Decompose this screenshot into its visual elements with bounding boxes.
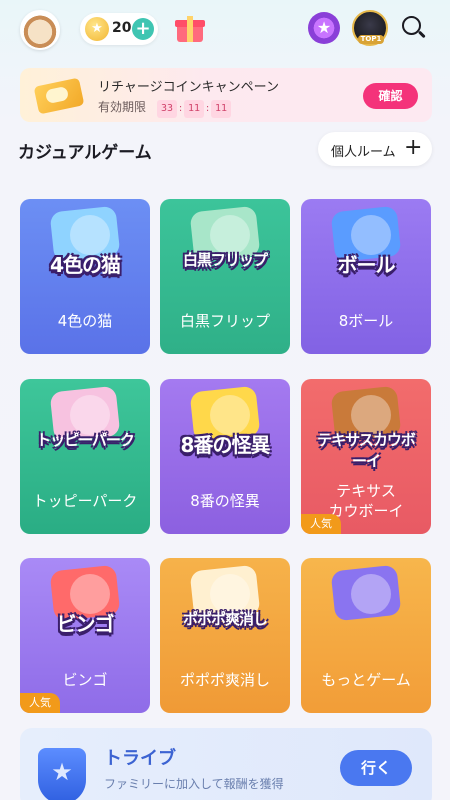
game-name: 8番の怪異 (190, 492, 260, 510)
game-artwork: 白黒フリップ (170, 201, 280, 296)
game-artwork: テキサスカウボーイ (311, 381, 421, 476)
game-name: トッピーパーク (32, 492, 138, 510)
game-card[interactable]: もっとゲーム (301, 558, 431, 713)
deadline-label: 有効期限 (98, 100, 147, 114)
ranking-avatar[interactable]: TOP1 (352, 10, 388, 46)
game-logo-text: 4色の猫 (50, 253, 121, 277)
game-name: もっとゲーム (321, 671, 411, 689)
countdown-hours: 33 (157, 100, 177, 118)
game-artwork: 4色の猫 (30, 201, 140, 296)
user-avatar[interactable] (20, 10, 60, 50)
coin-count: 20 (112, 20, 132, 36)
coin-icon: ★ (85, 17, 109, 41)
game-artwork: ボール (311, 201, 421, 296)
game-name: 4色の猫 (57, 312, 113, 330)
search-icon[interactable] (402, 16, 426, 40)
popular-badge: 人気 (20, 693, 60, 713)
popular-badge: 人気 (301, 514, 341, 534)
tribe-shield-icon: ★ (32, 742, 92, 800)
game-logo-text: 8番の怪異 (180, 433, 271, 457)
game-logo-text: ポポポ爽消し (182, 610, 268, 628)
private-room-button[interactable]: 個人ルーム + (318, 132, 432, 166)
game-card[interactable]: 4色の猫 4色の猫 (20, 199, 150, 354)
countdown-minutes: 11 (184, 100, 204, 118)
countdown-seconds: 11 (211, 100, 231, 118)
game-logo-text: ボール (337, 253, 396, 277)
top-bar: ★ 20 + ★ TOP1 (0, 0, 450, 62)
game-artwork: ビンゴ (30, 560, 140, 655)
section-title: カジュアルゲーム (18, 143, 152, 163)
add-coin-button[interactable]: + (132, 18, 154, 40)
game-card[interactable]: ボール 8ボール (301, 199, 431, 354)
campaign-title: リチャージコインキャンペーン (98, 80, 279, 95)
confirm-button[interactable]: 確認 (363, 83, 418, 109)
tribe-description: ファミリーに加入して報酬を獲得 (104, 777, 284, 791)
vip-badge-icon[interactable]: ★ (308, 12, 340, 44)
private-room-label: 個人ルーム (331, 145, 396, 160)
game-card[interactable]: 8番の怪異 8番の怪異 (160, 379, 290, 534)
countdown-timer: 33:11:11 (157, 96, 231, 118)
coupon-icon (32, 76, 86, 115)
gift-icon[interactable] (175, 12, 205, 42)
game-card[interactable]: テキサスカウボーイ テキサス カウボーイ 人気 (301, 379, 431, 534)
top-rank-label: TOP1 (358, 35, 384, 44)
game-artwork: トッピーパーク (30, 381, 140, 476)
tribe-title: トライブ (104, 748, 176, 769)
game-card[interactable]: ポポポ爽消し ポポポ爽消し (160, 558, 290, 713)
plus-icon: + (404, 135, 423, 160)
game-logo-text: トッピーパーク (36, 431, 135, 449)
game-artwork (311, 560, 421, 655)
game-card[interactable]: トッピーパーク トッピーパーク (20, 379, 150, 534)
game-logo-text: テキサスカウボーイ (317, 431, 416, 470)
coin-balance[interactable]: ★ 20 + (80, 13, 158, 45)
game-name: 8ボール (338, 312, 394, 330)
game-artwork: ポポポ爽消し (170, 560, 280, 655)
game-card[interactable]: 白黒フリップ 白黒フリップ (160, 199, 290, 354)
game-card[interactable]: ビンゴ ビンゴ 人気 (20, 558, 150, 713)
recharge-campaign-banner[interactable]: リチャージコインキャンペーン 有効期限 33:11:11 確認 (20, 68, 432, 122)
game-artwork: 8番の怪異 (170, 381, 280, 476)
tribe-card[interactable]: ★ トライブ ファミリーに加入して報酬を獲得 行く (20, 728, 432, 800)
game-logo-text: 白黒フリップ (182, 251, 268, 269)
tribe-go-button[interactable]: 行く (340, 750, 412, 786)
game-name: 白黒フリップ (179, 312, 270, 330)
game-name: ビンゴ (62, 671, 108, 689)
game-name: ポポポ爽消し (179, 671, 270, 689)
game-logo-text: ビンゴ (56, 612, 115, 636)
